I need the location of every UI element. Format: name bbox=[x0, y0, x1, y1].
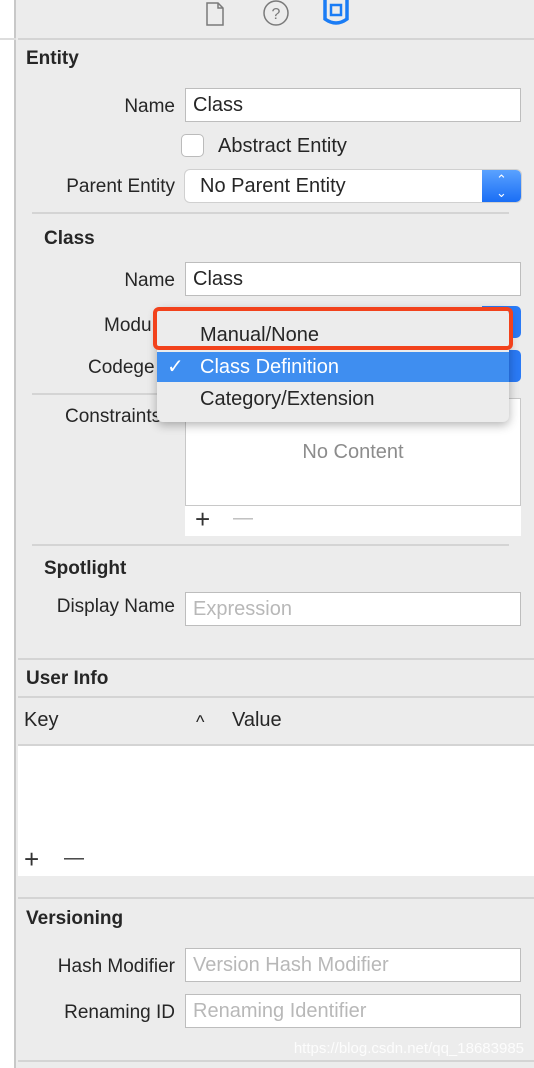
checkmark-icon: ✓ bbox=[167, 356, 184, 378]
abstract-entity-checkbox[interactable] bbox=[181, 134, 204, 157]
remove-user-info-button[interactable]: — bbox=[64, 847, 84, 870]
user-info-table[interactable]: + — bbox=[18, 746, 534, 876]
help-icon[interactable]: ? bbox=[262, 0, 290, 26]
section-title-user-info: User Info bbox=[26, 668, 109, 689]
divider bbox=[18, 658, 534, 660]
parent-entity-popup[interactable]: No Parent Entity ⌃ ⌄ bbox=[185, 170, 521, 202]
divider bbox=[32, 212, 509, 214]
chevron-updown-icon: ⌃ ⌄ bbox=[482, 170, 521, 202]
user-info-header: Key ^ Value bbox=[18, 698, 534, 745]
menu-item-label: Category/Extension bbox=[200, 388, 375, 410]
codegen-label: Codege bbox=[88, 357, 155, 378]
renaming-id-label: Renaming ID bbox=[64, 1002, 175, 1023]
menu-item-class-definition[interactable]: ✓ Class Definition bbox=[157, 352, 509, 382]
add-user-info-button[interactable]: + bbox=[24, 844, 39, 875]
divider bbox=[0, 38, 16, 40]
section-title-class: Class bbox=[44, 228, 95, 249]
entity-name-label: Name bbox=[124, 96, 175, 117]
display-name-field[interactable]: Expression bbox=[185, 592, 521, 626]
column-key[interactable]: Key bbox=[24, 709, 58, 732]
sort-ascending-icon[interactable]: ^ bbox=[196, 712, 204, 733]
class-name-field[interactable]: Class bbox=[185, 262, 521, 296]
constraints-toolbar: + — bbox=[185, 504, 521, 536]
watermark: https://blog.csdn.net/qq_18683985 bbox=[293, 1040, 524, 1057]
section-title-versioning: Versioning bbox=[26, 908, 124, 929]
module-label: Modu bbox=[104, 315, 152, 336]
class-name-label: Name bbox=[124, 270, 175, 291]
menu-item-label: Class Definition bbox=[200, 356, 339, 378]
parent-entity-value: No Parent Entity bbox=[200, 175, 346, 197]
divider bbox=[18, 897, 534, 899]
left-panel-edge bbox=[0, 0, 16, 1068]
divider bbox=[18, 38, 534, 40]
hash-modifier-field[interactable]: Version Hash Modifier bbox=[185, 948, 521, 982]
add-constraint-button[interactable]: + bbox=[195, 504, 210, 535]
no-content-text: No Content bbox=[302, 441, 404, 463]
divider bbox=[18, 1060, 534, 1062]
remove-constraint-button[interactable]: — bbox=[233, 507, 253, 530]
svg-text:?: ? bbox=[272, 6, 281, 23]
parent-entity-label: Parent Entity bbox=[66, 176, 175, 197]
hash-modifier-label: Hash Modifier bbox=[57, 956, 175, 977]
section-title-entity: Entity bbox=[26, 48, 79, 69]
entity-name-field[interactable]: Class bbox=[185, 88, 521, 122]
menu-item-category-extension[interactable]: Category/Extension bbox=[157, 384, 509, 414]
display-name-label: Display Name bbox=[56, 596, 175, 617]
highlight-annotation bbox=[153, 307, 513, 350]
abstract-entity-label: Abstract Entity bbox=[218, 135, 347, 157]
divider bbox=[32, 544, 509, 546]
renaming-id-field[interactable]: Renaming Identifier bbox=[185, 994, 521, 1028]
constraints-label: Constraints bbox=[65, 406, 162, 427]
data-model-inspector-icon[interactable] bbox=[322, 0, 350, 28]
section-title-spotlight: Spotlight bbox=[44, 558, 127, 579]
file-icon[interactable] bbox=[205, 2, 225, 26]
column-value[interactable]: Value bbox=[232, 709, 282, 732]
